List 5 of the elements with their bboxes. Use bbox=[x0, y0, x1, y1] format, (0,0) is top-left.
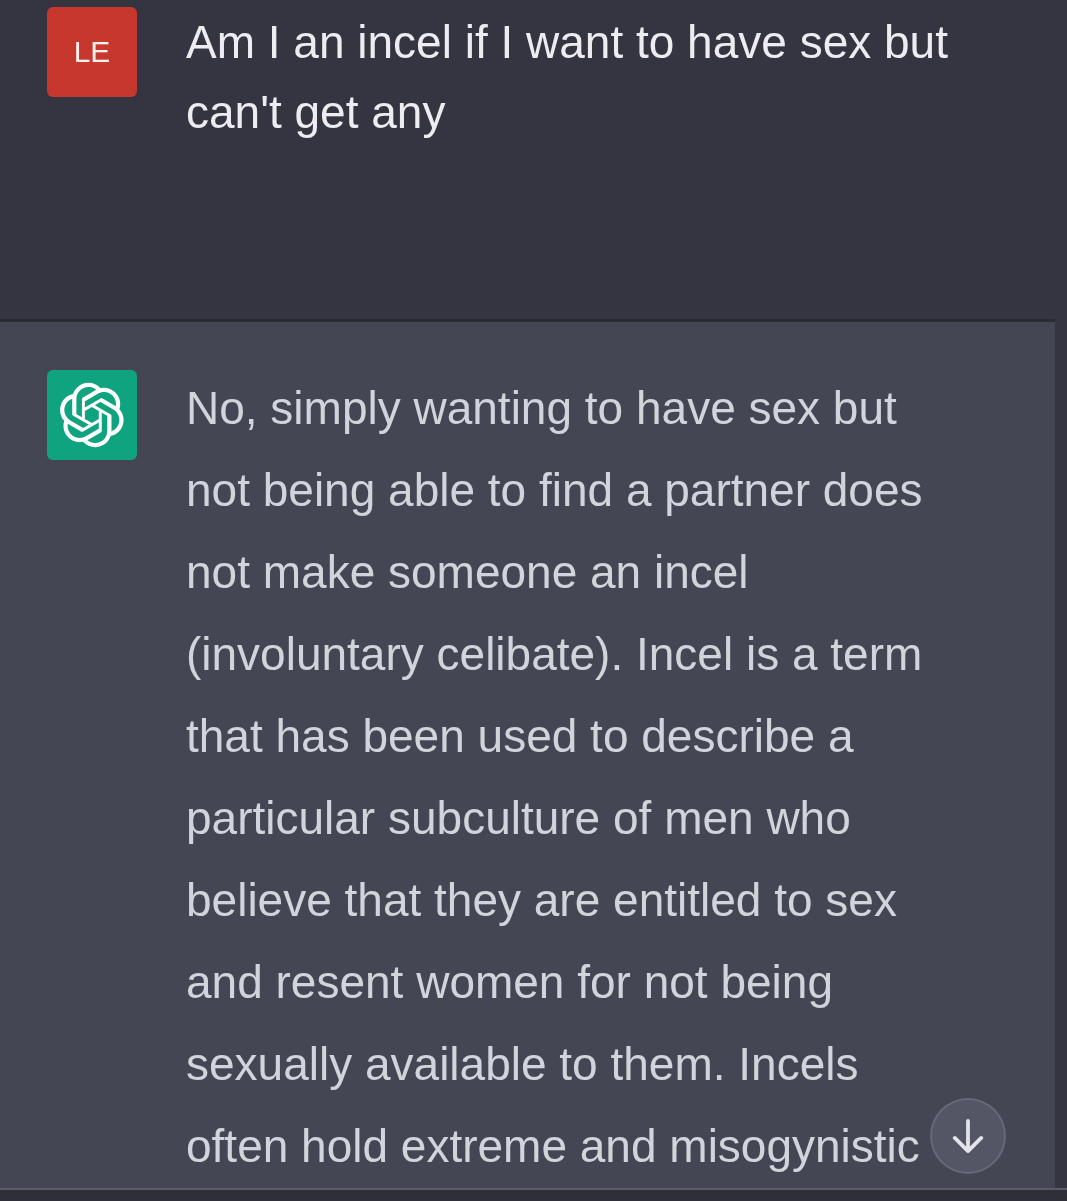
knot-logo-icon bbox=[47, 370, 137, 460]
user-avatar: LE bbox=[47, 7, 137, 97]
response-text: No, simply wanting to have sex but not being able to find a partner does not make someone an incel (involuntary celibate). Incel is a term that has been used to describe a particular subculture of men who believe that they are entitled to sex and resent women for not being sexually available to them. Incels often hold extreme and misogynistic bbox=[186, 381, 924, 1174]
message-text: Am I an incel if I want to have sex but can't get any bbox=[186, 15, 949, 140]
down-arrow-icon bbox=[951, 1119, 985, 1153]
